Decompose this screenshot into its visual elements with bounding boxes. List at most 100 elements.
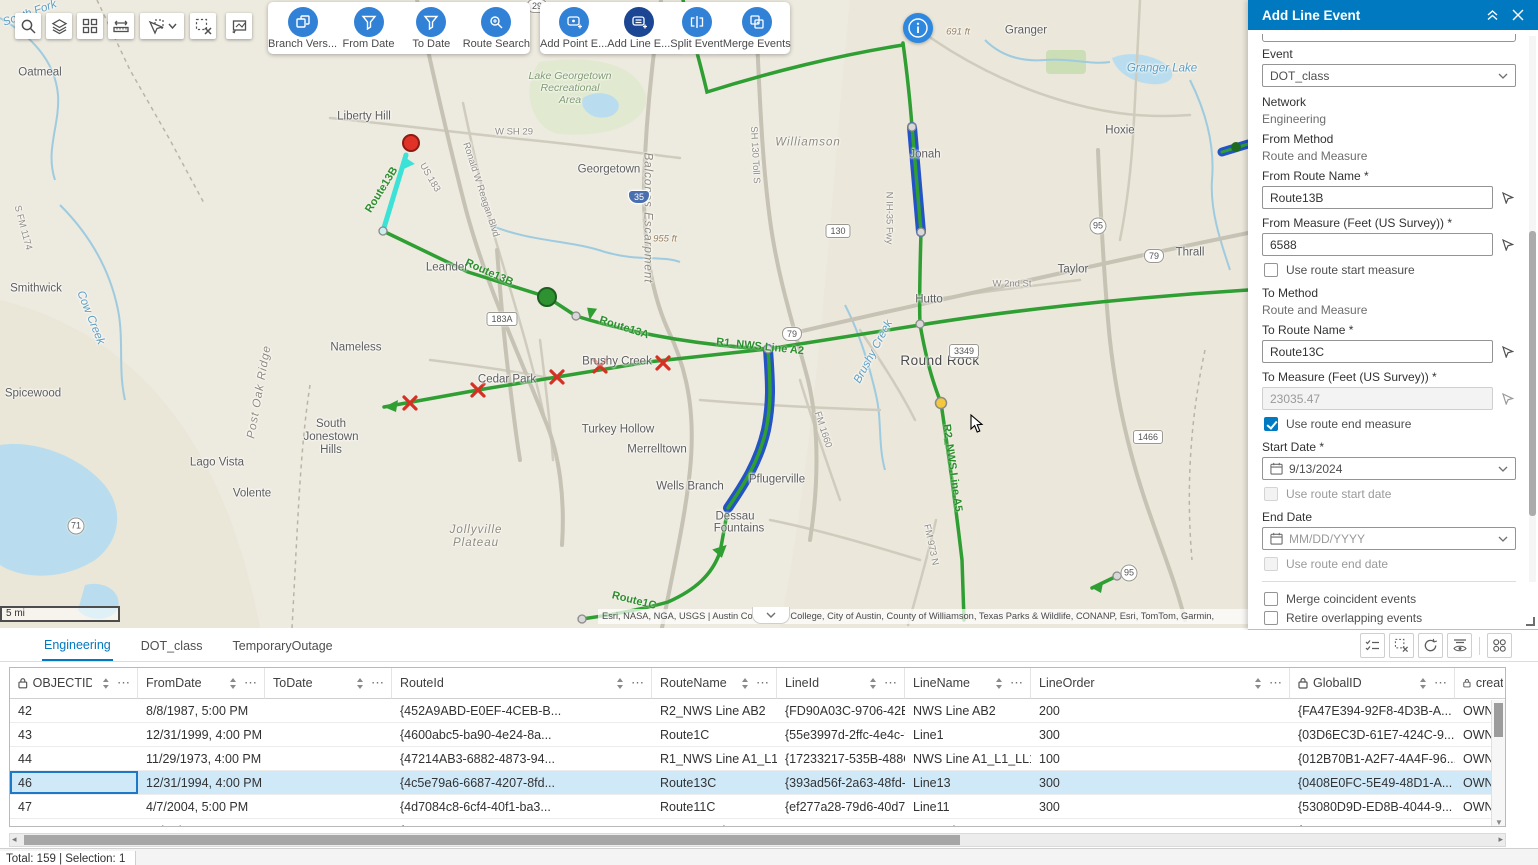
end-date-picker[interactable]: MM/DD/YYYY — [1262, 527, 1516, 550]
table-cell[interactable]: {53080D9D-ED8B-4044-9... — [1290, 795, 1455, 819]
to-route-name-input[interactable] — [1262, 340, 1493, 363]
from-date-button[interactable]: From Date — [337, 7, 400, 50]
sketch-tool-button[interactable] — [226, 13, 252, 39]
column-header-routeid[interactable]: RouteId⋯ — [392, 668, 652, 699]
pick-from-measure-button[interactable] — [1498, 238, 1516, 251]
table-cell[interactable]: R1_NWS Line A1_L1_LL1 — [652, 747, 777, 771]
show-selected-records-button[interactable] — [1360, 633, 1385, 658]
sort-icon[interactable] — [1254, 677, 1262, 690]
pick-to-route-button[interactable] — [1498, 345, 1516, 358]
table-cell[interactable]: Route13C — [652, 771, 777, 795]
sort-icon[interactable] — [995, 677, 1003, 690]
table-cell[interactable]: {012B70B1-A2F7-4A4F-96... — [1290, 747, 1455, 771]
column-menu-icon[interactable]: ⋯ — [117, 675, 131, 691]
scrollbar-thumb[interactable] — [1529, 231, 1536, 516]
table-row[interactable]: 4312/31/1999, 4:00 PM{4600abc5-ba90-4e24… — [10, 723, 1505, 747]
table-cell[interactable] — [265, 747, 392, 771]
table-cell[interactable]: {4d7084c8-6cf4-40f1-ba3... — [392, 795, 652, 819]
table-cell[interactable]: 8/8/1987, 5:00 PM — [138, 699, 265, 723]
to-date-button[interactable]: To Date — [400, 7, 463, 50]
table-cell[interactable]: 42 — [10, 699, 138, 723]
table-cell[interactable]: NWS Line A1_L2_LL1 — [905, 819, 1031, 827]
table-cell[interactable]: {38899472-B4B4-4098-9... — [1290, 819, 1455, 827]
retire-overlapping-row[interactable]: Retire overlapping events — [1264, 611, 1516, 625]
merge-events-button[interactable]: Merge Events — [723, 7, 791, 50]
add-line-event-button[interactable]: Add Line E... — [607, 7, 670, 50]
clear-table-selection-button[interactable] — [1389, 633, 1414, 658]
tab-engineering[interactable]: Engineering — [42, 631, 113, 661]
column-header-lineid[interactable]: LineId⋯ — [777, 668, 905, 699]
table-row[interactable]: 4612/31/1994, 4:00 PM{4c5e79a6-6687-4207… — [10, 771, 1505, 795]
table-cell[interactable]: {17233217-535B-488C-82... — [777, 747, 905, 771]
table-cell[interactable]: Route11C — [652, 795, 777, 819]
column-menu-icon[interactable]: ⋯ — [371, 675, 385, 691]
column-menu-icon[interactable]: ⋯ — [756, 675, 770, 691]
table-row[interactable]: 4810/31/2013, 4:00 PM {B4ABD077-0770-44F0… — [10, 819, 1505, 827]
table-row[interactable]: 428/8/1987, 5:00 PM{452A9ABD-E0EF-4CEB-B… — [10, 699, 1505, 723]
branch-version-button[interactable]: Branch Vers... — [268, 7, 337, 50]
event-select[interactable]: DOT_class — [1262, 64, 1516, 87]
table-cell[interactable] — [265, 723, 392, 747]
scrollbar-thumb[interactable] — [24, 835, 960, 845]
table-cell[interactable]: {FD90A03C-9706-42BC-9... — [777, 699, 905, 723]
table-cell[interactable]: {393ad56f-2a63-48fd-bc2... — [777, 771, 905, 795]
column-header-objectid[interactable]: OBJECTID⋯ — [10, 668, 138, 699]
table-cell[interactable]: 100 — [1031, 819, 1290, 827]
column-header-linename[interactable]: LineName⋯ — [905, 668, 1031, 699]
sort-icon[interactable] — [229, 677, 237, 690]
map-canvas[interactable]: South ForkOatmealSmithwickSpicewoodS FM … — [0, 0, 1248, 628]
sort-icon[interactable] — [102, 677, 110, 690]
layers-button[interactable] — [46, 13, 72, 39]
table-cell[interactable]: 44 — [10, 747, 138, 771]
table-cell[interactable]: 43 — [10, 723, 138, 747]
tab-temporary-outage[interactable]: TemporaryOutage — [231, 632, 335, 660]
add-point-event-button[interactable]: Add Point E... — [540, 7, 607, 50]
scroll-right-arrow[interactable]: ▸ — [1498, 834, 1503, 845]
table-cell[interactable]: 300 — [1031, 723, 1290, 747]
table-row[interactable]: 474/7/2004, 5:00 PM {4d7084c8-6cf4-40f1-b… — [10, 795, 1505, 819]
table-cell[interactable]: NWS Line AB2 — [905, 699, 1031, 723]
table-horizontal-scrollbar[interactable]: ◂ ▸ — [9, 833, 1506, 847]
table-cell[interactable]: 100 — [1031, 747, 1290, 771]
table-cell[interactable]: {0408E0FC-5E49-48D1-A... — [1290, 771, 1455, 795]
table-options-button[interactable] — [1487, 633, 1512, 658]
use-route-start-measure-row[interactable]: Use route start measure — [1264, 263, 1516, 277]
column-header-routename[interactable]: RouteName⋯ — [652, 668, 777, 699]
scroll-left-arrow[interactable]: ◂ — [12, 834, 17, 845]
column-menu-icon[interactable]: ⋯ — [1010, 675, 1024, 691]
retire-overlapping-checkbox[interactable] — [1264, 611, 1278, 625]
table-cell[interactable]: R1_NWS Line A1_L2_LL1 — [652, 819, 777, 827]
panel-resize-handle[interactable] — [1526, 617, 1535, 626]
table-cell[interactable]: 48 — [10, 819, 138, 827]
table-cell[interactable]: 200 — [1031, 699, 1290, 723]
select-tool-button[interactable] — [140, 13, 184, 39]
table-cell[interactable]: NWS Line A1_L1_LL1 — [905, 747, 1031, 771]
table-cell[interactable] — [265, 819, 392, 827]
from-measure-input[interactable] — [1262, 233, 1493, 256]
from-route-name-input[interactable] — [1262, 186, 1493, 209]
table-cell[interactable]: 12/31/1999, 4:00 PM — [138, 723, 265, 747]
table-cell[interactable]: 47 — [10, 795, 138, 819]
table-cell[interactable]: Line11 — [905, 795, 1031, 819]
table-cell[interactable]: {03D6EC3D-61E7-424C-9... — [1290, 723, 1455, 747]
column-header-fromdate[interactable]: FromDate⋯ — [138, 668, 265, 699]
table-cell[interactable]: {FA47E394-92F8-4D3B-A... — [1290, 699, 1455, 723]
column-menu-icon[interactable]: ⋯ — [244, 675, 258, 691]
table-cell[interactable]: {ef277a28-79d6-40d7-be... — [777, 795, 905, 819]
table-cell[interactable] — [265, 699, 392, 723]
basemap-button[interactable] — [77, 13, 103, 39]
clear-selection-button[interactable] — [190, 13, 216, 39]
column-header-lineorder[interactable]: LineOrder⋯ — [1031, 668, 1290, 699]
sort-icon[interactable] — [1419, 677, 1427, 690]
table-cell[interactable]: 10/31/2013, 4:00 PM — [138, 819, 265, 827]
pick-from-route-button[interactable] — [1498, 191, 1516, 204]
sort-icon[interactable] — [741, 677, 749, 690]
table-cell[interactable]: {4c5e79a6-6687-4207-8fd... — [392, 771, 652, 795]
refresh-button[interactable] — [1418, 633, 1443, 658]
column-menu-icon[interactable]: ⋯ — [884, 675, 898, 691]
search-button[interactable] — [15, 13, 41, 39]
table-cell[interactable]: 4/7/2004, 5:00 PM — [138, 795, 265, 819]
start-date-picker[interactable]: 9/13/2024 — [1262, 457, 1516, 480]
merge-coincident-checkbox[interactable] — [1264, 592, 1278, 606]
table-cell[interactable]: {B4ABD077-0770-44F0-9... — [392, 819, 652, 827]
